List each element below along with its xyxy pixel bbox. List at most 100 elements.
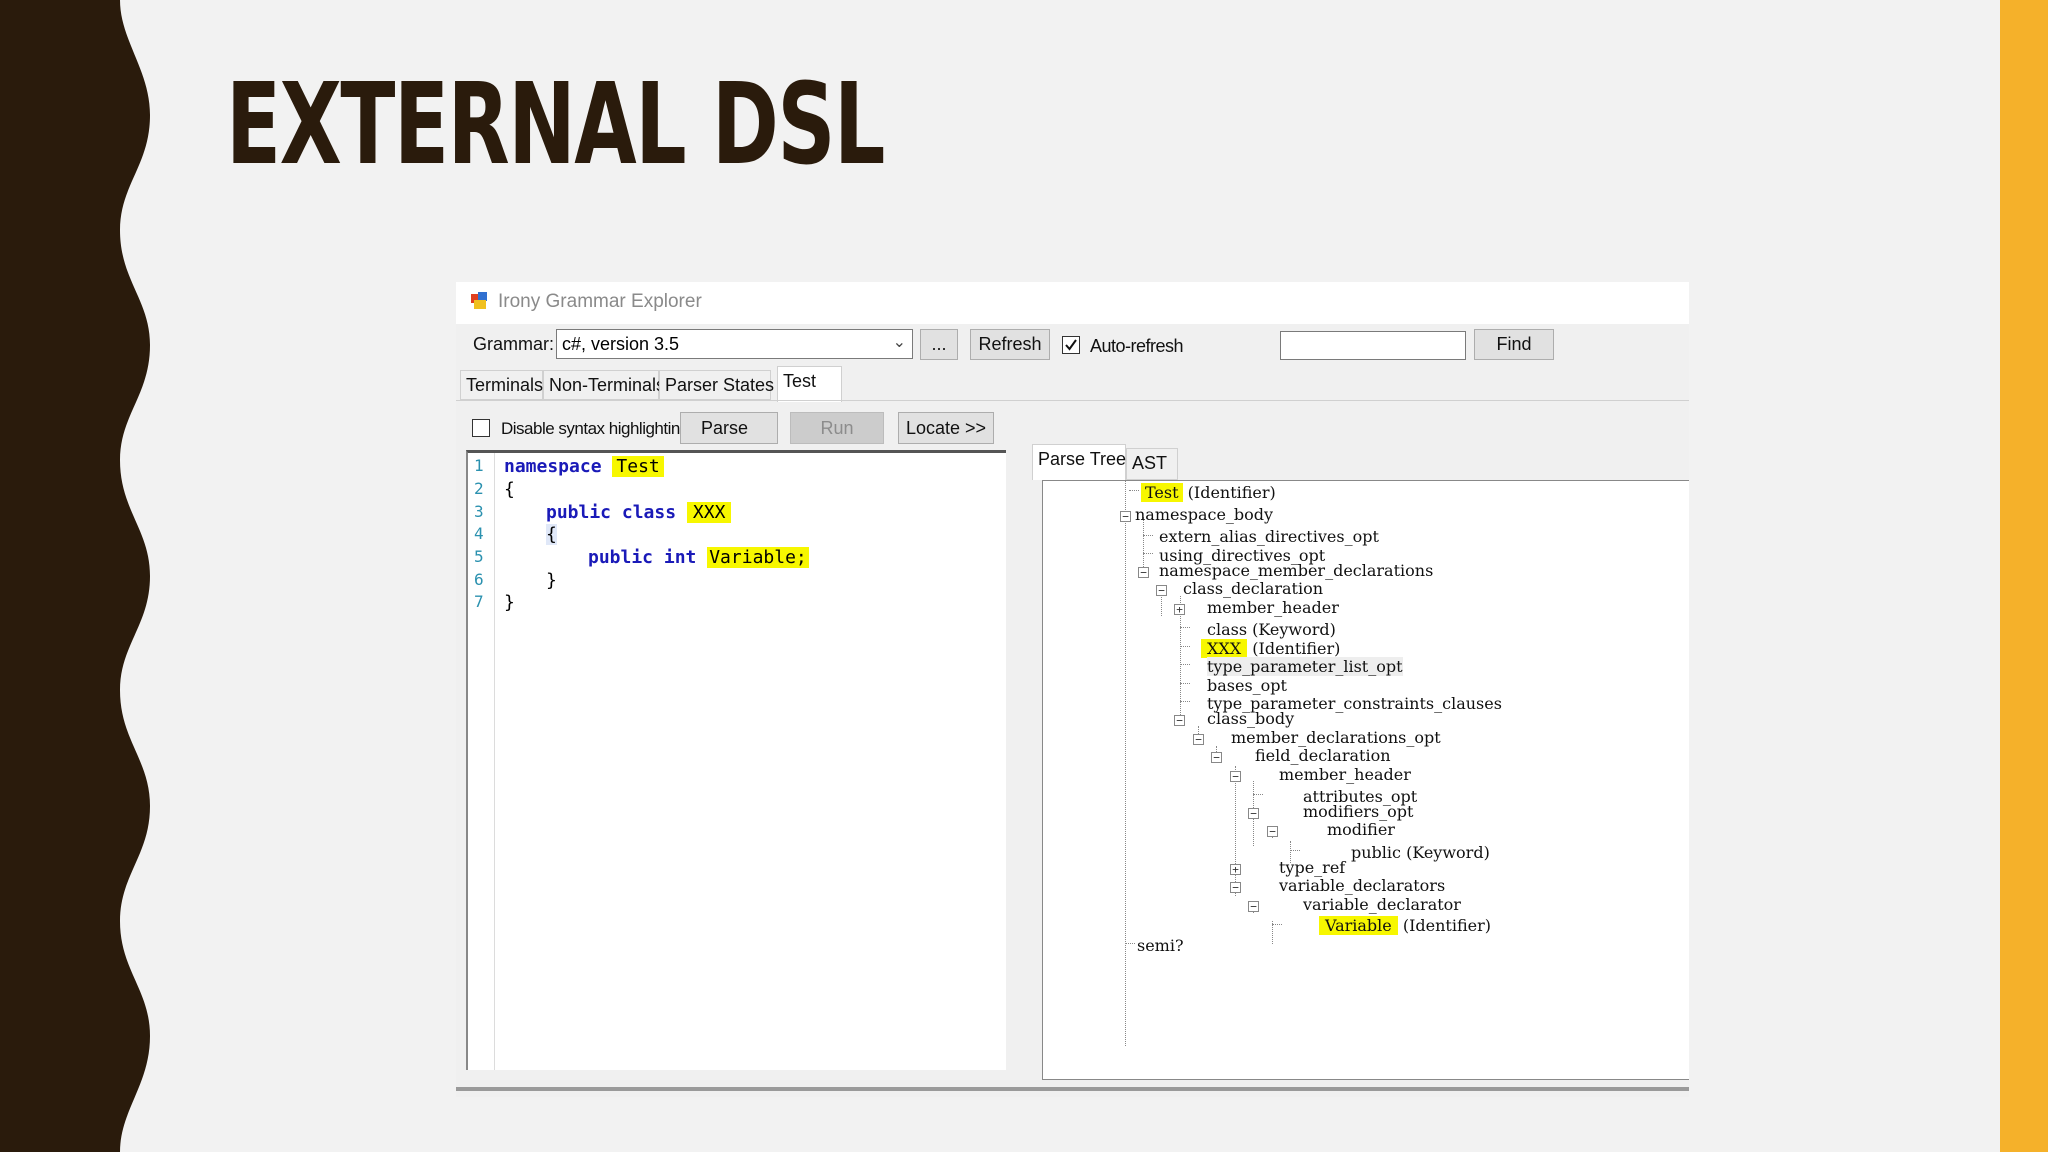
tree-node[interactable]: modifier — [1327, 820, 1395, 839]
tab-non-terminals[interactable]: Non-Terminals — [543, 370, 665, 400]
tree-node-name: member_header — [1207, 598, 1339, 617]
code-keyword: public class — [546, 502, 677, 523]
tree-node-name: variable_declarator — [1303, 895, 1461, 914]
tree-node[interactable]: Test (Identifier) — [1141, 483, 1276, 502]
tree-node-type: (Identifier) — [1247, 639, 1341, 658]
slide-title: EXTERNAL DSL — [226, 60, 885, 190]
irony-grammar-explorer-window: Irony Grammar Explorer Grammar: c#, vers… — [456, 282, 1689, 1097]
parse-button[interactable]: Parse — [680, 412, 778, 444]
grammar-label: Grammar: — [473, 334, 554, 354]
grammar-select[interactable]: c#, version 3.5 ⌄ — [556, 329, 913, 359]
collapse-icon[interactable]: − — [1267, 826, 1278, 837]
tree-node-name: class_body — [1207, 709, 1295, 728]
tree-node[interactable]: XXX (Identifier) — [1201, 639, 1340, 658]
tree-node[interactable]: member_header — [1207, 598, 1339, 617]
tree-node-name: type_parameter_list_opt — [1207, 657, 1403, 676]
tree-node[interactable]: Variable (Identifier) — [1319, 916, 1491, 935]
tree-node[interactable]: variable_declarator — [1303, 895, 1461, 914]
tree-node-name: field_declaration — [1255, 746, 1391, 765]
tree-node[interactable]: namespace_member_declarations — [1159, 561, 1433, 580]
line-number: 7 — [474, 592, 484, 611]
collapse-icon[interactable]: − — [1193, 734, 1204, 745]
expand-icon[interactable]: + — [1230, 864, 1241, 875]
checkmark-icon — [1065, 339, 1077, 351]
tree-node-type: (Identifier) — [1397, 916, 1492, 935]
horizontal-splitter[interactable] — [456, 1087, 1689, 1091]
grammar-select-value: c#, version 3.5 — [562, 334, 680, 354]
code-editor[interactable]: 1 2 3 4 5 6 7 namespace Test { public cl… — [466, 450, 1006, 1070]
code-line: } — [546, 570, 557, 591]
tree-connector — [1253, 794, 1263, 795]
tree-connector — [1180, 627, 1190, 628]
tree-node[interactable]: modifiers_opt — [1303, 802, 1413, 821]
tree-node[interactable]: semi? — [1137, 936, 1184, 955]
collapse-icon[interactable]: − — [1156, 585, 1167, 596]
collapse-icon[interactable]: − — [1230, 771, 1241, 782]
tree-node-name: Variable — [1319, 916, 1398, 935]
app-icon — [471, 292, 487, 309]
collapse-icon[interactable]: − — [1230, 882, 1241, 893]
tab-test[interactable]: Test — [777, 366, 842, 402]
collapse-icon[interactable]: − — [1120, 511, 1131, 522]
code-line: namespace Test — [504, 456, 664, 477]
browse-button[interactable]: ... — [920, 329, 958, 360]
tree-node[interactable]: class_body — [1207, 709, 1294, 728]
tree-node-type: (Keyword) — [1400, 843, 1490, 862]
wavy-left-band — [0, 0, 150, 1152]
tree-connector — [1180, 701, 1190, 702]
tab-parser-states[interactable]: Parser States — [659, 370, 774, 400]
tree-node[interactable]: namespace_body — [1135, 505, 1273, 524]
collapse-icon[interactable]: − — [1174, 715, 1185, 726]
tree-node-name: extern_alias_directives_opt — [1159, 527, 1379, 546]
tree-node[interactable]: type_parameter_list_opt — [1207, 657, 1403, 676]
parse-tree[interactable]: − − − + − − − − − − + − − Test (Identifi… — [1042, 480, 1689, 1080]
code-identifier: XXX — [686, 502, 732, 523]
tab-parse-tree[interactable]: Parse Tree — [1032, 444, 1126, 480]
chevron-down-icon[interactable]: ⌄ — [893, 332, 906, 352]
code-identifier: Variable; — [707, 547, 809, 568]
tree-node[interactable]: class (Keyword) — [1207, 620, 1336, 639]
code-identifier: Test — [612, 456, 664, 477]
tree-node[interactable]: public (Keyword) — [1351, 843, 1490, 862]
collapse-icon[interactable]: − — [1248, 808, 1259, 819]
tree-node[interactable]: extern_alias_directives_opt — [1159, 527, 1379, 546]
tree-node-name: bases_opt — [1207, 676, 1287, 695]
expand-icon[interactable]: + — [1174, 604, 1185, 615]
tab-divider — [456, 400, 1689, 401]
collapse-icon[interactable]: − — [1138, 567, 1149, 578]
collapse-icon[interactable]: − — [1211, 752, 1222, 763]
tree-node-name: class — [1207, 620, 1248, 639]
tree-node[interactable]: member_declarations_opt — [1231, 728, 1441, 747]
line-number: 4 — [474, 524, 484, 543]
locate-button[interactable]: Locate >> — [898, 412, 994, 444]
search-input[interactable] — [1280, 331, 1466, 360]
code-keyword: public int — [588, 547, 697, 568]
result-pane: Parse Tree AST − − − + − − − − − − + − −… — [1030, 444, 1689, 1080]
autorefresh-checkbox[interactable] — [1062, 336, 1080, 354]
tree-connector — [1180, 664, 1190, 665]
code-keyword: namespace — [504, 456, 602, 477]
collapse-icon[interactable]: − — [1248, 901, 1259, 912]
tree-node-name: type_ref — [1279, 858, 1346, 877]
tree-node-name: member_declarations_opt — [1231, 728, 1441, 747]
code-line: public int Variable; — [588, 547, 809, 568]
tree-node[interactable]: type_ref — [1279, 858, 1345, 877]
tab-terminals[interactable]: Terminals — [460, 370, 543, 400]
code-line: } — [504, 592, 515, 613]
line-number-gutter: 1 2 3 4 5 6 7 — [468, 453, 495, 1070]
tree-node[interactable]: variable_declarators — [1279, 876, 1445, 895]
tree-connector — [1180, 646, 1190, 647]
disable-highlighting-checkbox[interactable] — [472, 419, 490, 437]
tab-ast[interactable]: AST — [1126, 448, 1178, 480]
tree-node[interactable]: field_declaration — [1255, 746, 1391, 765]
tree-node[interactable]: member_header — [1279, 765, 1411, 784]
find-button[interactable]: Find — [1474, 329, 1554, 360]
tree-node-name: namespace_body — [1135, 505, 1274, 524]
tree-node-name: modifier — [1327, 820, 1395, 839]
tree-connector — [1125, 481, 1126, 1046]
tree-node-name: variable_declarators — [1279, 876, 1446, 895]
refresh-button[interactable]: Refresh — [970, 329, 1050, 360]
tree-node[interactable]: bases_opt — [1207, 676, 1287, 695]
tree-node[interactable]: class_declaration — [1183, 579, 1323, 598]
run-button[interactable]: Run — [790, 412, 884, 444]
